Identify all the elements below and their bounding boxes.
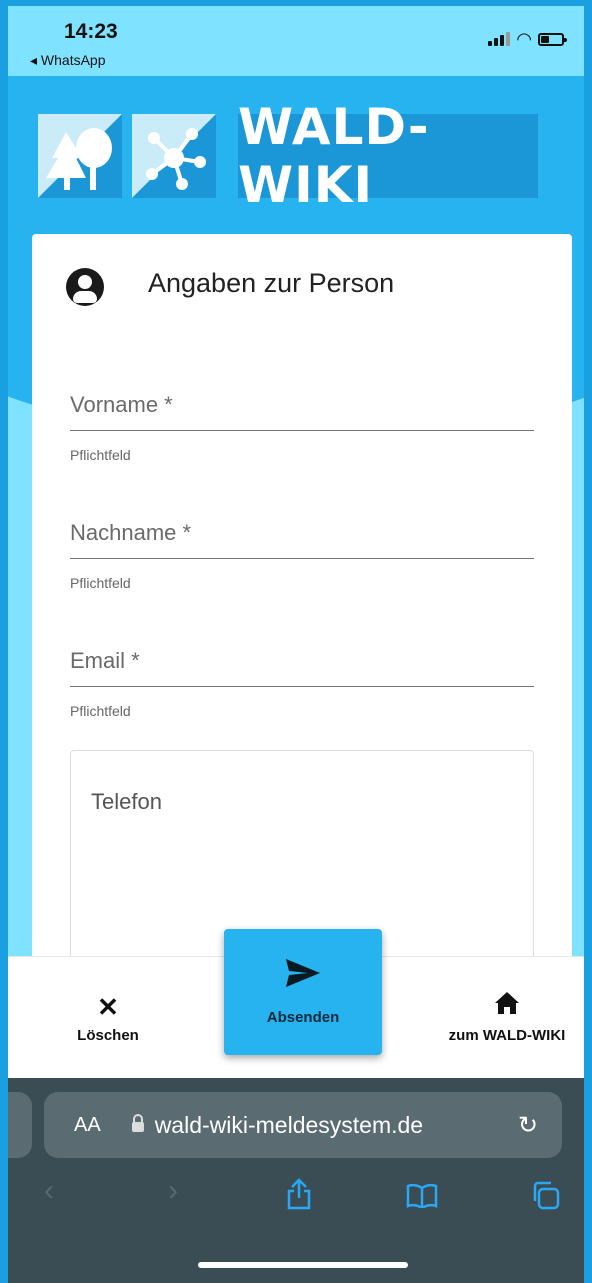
app-background: WALD-WIKI Angaben zur Person Vorname * P… — [8, 76, 584, 956]
tabs-icon[interactable] — [530, 1180, 560, 1218]
send-label: Absenden — [266, 1008, 340, 1026]
first-name-field[interactable]: Vorname * Pflichtfeld — [70, 392, 534, 463]
text-size-button[interactable]: AA — [74, 1114, 101, 1137]
logo[interactable]: WALD-WIKI — [38, 98, 538, 214]
phone-label: Telefon — [91, 789, 162, 814]
action-bar: ✕ Löschen Absenden zum WALD-WIKI — [8, 929, 584, 1078]
account-circle-icon — [66, 268, 104, 306]
first-name-underline — [70, 430, 534, 431]
lock-icon — [131, 1113, 145, 1137]
email-hint: Pflichtfeld — [70, 703, 131, 719]
close-icon: ✕ — [97, 992, 119, 1022]
bookmarks-icon[interactable] — [406, 1182, 438, 1216]
wifi-icon: ◠ — [516, 29, 532, 49]
previous-tab-edge[interactable] — [8, 1092, 32, 1158]
logo-title: WALD-WIKI — [238, 98, 538, 214]
email-label: Email * — [70, 648, 140, 673]
signal-icon — [488, 32, 511, 46]
status-bar: 14:23 ◂ WhatsApp ◠ — [8, 6, 584, 76]
back-icon[interactable]: ‹ — [44, 1174, 54, 1208]
status-time: 14:23 — [64, 20, 118, 43]
share-icon[interactable] — [286, 1178, 312, 1218]
phone-field[interactable]: Telefon — [70, 750, 534, 956]
home-button[interactable]: zum WALD-WIKI — [422, 987, 592, 1044]
frame-left — [0, 0, 8, 1283]
email-underline — [70, 686, 534, 687]
last-name-label: Nachname * — [70, 520, 192, 545]
back-to-app-link[interactable]: ◂ WhatsApp — [30, 52, 106, 69]
clear-button[interactable]: ✕ Löschen — [48, 987, 168, 1044]
browser-toolbar: ‹ › — [8, 1174, 584, 1224]
network-logo-icon — [132, 114, 216, 198]
frame-right — [584, 0, 592, 1283]
browser-chrome: AA wald-wiki-meldesystem.de ↻ ‹ › — [8, 1078, 584, 1283]
clear-label: Löschen — [77, 1027, 139, 1044]
home-indicator[interactable] — [198, 1262, 408, 1268]
url-bar[interactable]: AA wald-wiki-meldesystem.de ↻ — [44, 1092, 562, 1158]
card-header: Angaben zur Person — [66, 268, 394, 306]
forward-icon[interactable]: › — [168, 1174, 178, 1208]
battery-icon — [538, 32, 567, 46]
tree-logo-icon — [38, 114, 122, 198]
person-form-card: Angaben zur Person Vorname * Pflichtfeld… — [32, 234, 572, 956]
first-name-hint: Pflichtfeld — [70, 447, 131, 463]
frame-top — [0, 0, 592, 6]
last-name-field[interactable]: Nachname * Pflichtfeld — [70, 520, 534, 591]
reload-icon[interactable]: ↻ — [518, 1111, 538, 1140]
url-text: wald-wiki-meldesystem.de — [154, 1111, 424, 1138]
first-name-label: Vorname * — [70, 392, 173, 417]
last-name-underline — [70, 558, 534, 559]
status-icons: ◠ — [488, 29, 567, 49]
email-field[interactable]: Email * Pflichtfeld — [70, 648, 534, 719]
last-name-hint: Pflichtfeld — [70, 575, 131, 591]
send-icon — [286, 958, 320, 995]
home-label: zum WALD-WIKI — [448, 1027, 566, 1044]
card-title: Angaben zur Person — [148, 267, 395, 298]
send-button[interactable]: Absenden — [224, 929, 382, 1055]
home-icon — [494, 987, 520, 1027]
